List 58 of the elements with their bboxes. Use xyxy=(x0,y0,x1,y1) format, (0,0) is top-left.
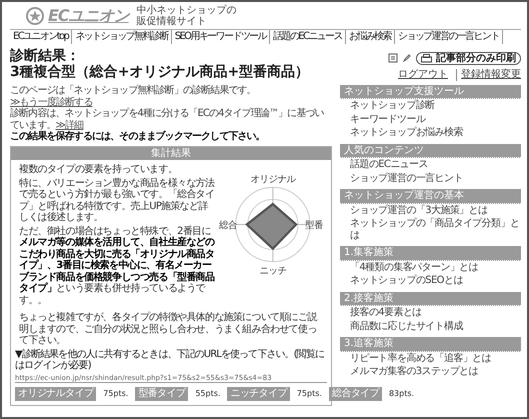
sidebar-heading: ネットショップ支援ツール xyxy=(340,84,521,99)
sidebar-heading: ネットショップ運営の基本 xyxy=(340,189,521,204)
star-circle-icon xyxy=(26,7,44,25)
type-label: 総合タイプ xyxy=(328,387,382,401)
account-link[interactable]: ログアウト xyxy=(398,69,448,80)
axis-label: ニッチ xyxy=(259,266,286,277)
account-link[interactable]: 登録情報変更 xyxy=(456,69,521,80)
type-label: オリジナルタイプ xyxy=(15,387,96,401)
sidebar-link[interactable]: ネットショップ診断 xyxy=(340,99,521,112)
nav-link[interactable]: ショップ運営の一言ヒント xyxy=(394,30,503,44)
nav-link[interactable]: SEO用キーワードツール xyxy=(172,30,270,44)
printer-icon xyxy=(421,54,432,63)
sidebar-link[interactable]: ネットショップのSEOとは xyxy=(340,274,521,288)
result-type-heading: 3種複合型（総合+オリジナル商品+型番商品） xyxy=(10,64,310,82)
panel-header: 集計結果 xyxy=(11,146,331,160)
sidebar-link[interactable]: ショップ運営の一言ヒント xyxy=(340,172,521,185)
result-text: 特に、バリエーション豊かな商品を様々な方法で売るという方針が最も強いです。「総合タイプ」と呼ばれる特徴です。売上UP施策など詳しくは後述します。 xyxy=(19,178,215,224)
axis-label: オリジナル xyxy=(250,174,296,185)
sidebar-link[interactable]: 接客の4要素とは xyxy=(340,306,521,320)
score-text: 75pts. xyxy=(102,388,130,400)
sidebar-link[interactable]: 話題のECニュース xyxy=(340,158,521,172)
share-instructions: ▼診断結果を他の人に共有するときは、下記のURLを使って下さい。(閲覧にはログインが必要) xyxy=(14,348,326,372)
axis-label: 総合 xyxy=(219,220,237,232)
type-label: 型番タイプ xyxy=(135,387,188,401)
type-label: ニッチタイプ xyxy=(227,387,290,401)
intro-link[interactable]: ≫もう一度診断する xyxy=(10,96,92,108)
nav-link[interactable]: ネットショップ無料診断 xyxy=(72,30,172,44)
sidebar-link[interactable]: 商品数に応じたサイト構成 xyxy=(340,320,521,333)
pencil-icon[interactable] xyxy=(402,53,412,64)
sidebar-heading: 2.接客施策 xyxy=(340,292,521,306)
axis-label: 型番 xyxy=(305,220,323,232)
nav-link[interactable]: お悩み検索 xyxy=(346,30,395,44)
page-title: 診断結果： xyxy=(10,48,81,64)
print-button[interactable]: 記事部分のみ印刷 xyxy=(416,52,521,65)
sidebar-heading: 1.集客施策 xyxy=(340,246,521,260)
result-text: ただ、御社の場合はちょっと特殊で、2番目にメルマガ等の媒体を活用して、自社生産などのこだわり商品を大切に売る「オリジナル商品タイプ」、3番目に検索を中心に、有名メーカーブランド商品を価格競争しつつ売る「型番商品タイプ」という要素も併せ持っているようです。。 xyxy=(19,226,215,306)
sidebar-link[interactable]: キーワードツール xyxy=(340,112,521,126)
result-text: 複数のタイプの要素を持っています。 xyxy=(19,164,178,176)
sidebar-link[interactable]: ネットショップお悩み検索 xyxy=(340,126,521,140)
nav-link[interactable]: 話題のECニュース xyxy=(270,30,346,44)
sidebar-link[interactable]: リピート率を高める「追客」とは xyxy=(340,352,521,365)
intro-text: 診断内容は、ネットショップを4種に分ける「ECの4タイプ理論™」に基づいています。≫詳細 xyxy=(10,108,325,131)
sidebar-link[interactable]: 「4種類の集客パターン」とは xyxy=(340,260,521,274)
site-tagline: 中小ネットショップの 販促情報サイト xyxy=(136,5,237,27)
nav-link[interactable]: ECユニオンtop xyxy=(10,30,72,44)
score-text: 83pts. xyxy=(388,388,416,400)
result-note: ちょっと複雑ですが、各タイプの特徴や具体的な施策について順にご説明しますので、ご自分の状況と照らし合わせ、うまく組み合わせて使って下さい。 xyxy=(19,312,318,347)
sidebar-heading: 3.追客施策 xyxy=(340,337,521,352)
sidebar-link[interactable]: メルマガ集客の3ステップとは xyxy=(340,365,521,378)
score-text: 75pts. xyxy=(296,388,323,400)
document-icon[interactable] xyxy=(388,53,398,64)
sidebar-heading: 人気のコンテンツ xyxy=(340,144,521,158)
intro-link[interactable]: ≫詳細 xyxy=(56,120,84,131)
sidebar-link[interactable]: ショップ運営の「3大施策」とは xyxy=(340,204,521,217)
intro-text: このページは「ネットショップ無料診断」の診断結果です。 ≫もう一度診断する xyxy=(10,85,256,108)
sidebar-link[interactable]: ネットショップの「商品タイプ分類」とは xyxy=(340,217,521,242)
intro-text: この結果を保存するには、そのままブックマークして下さい。 xyxy=(10,131,266,143)
score-text: 55pts. xyxy=(194,388,222,400)
